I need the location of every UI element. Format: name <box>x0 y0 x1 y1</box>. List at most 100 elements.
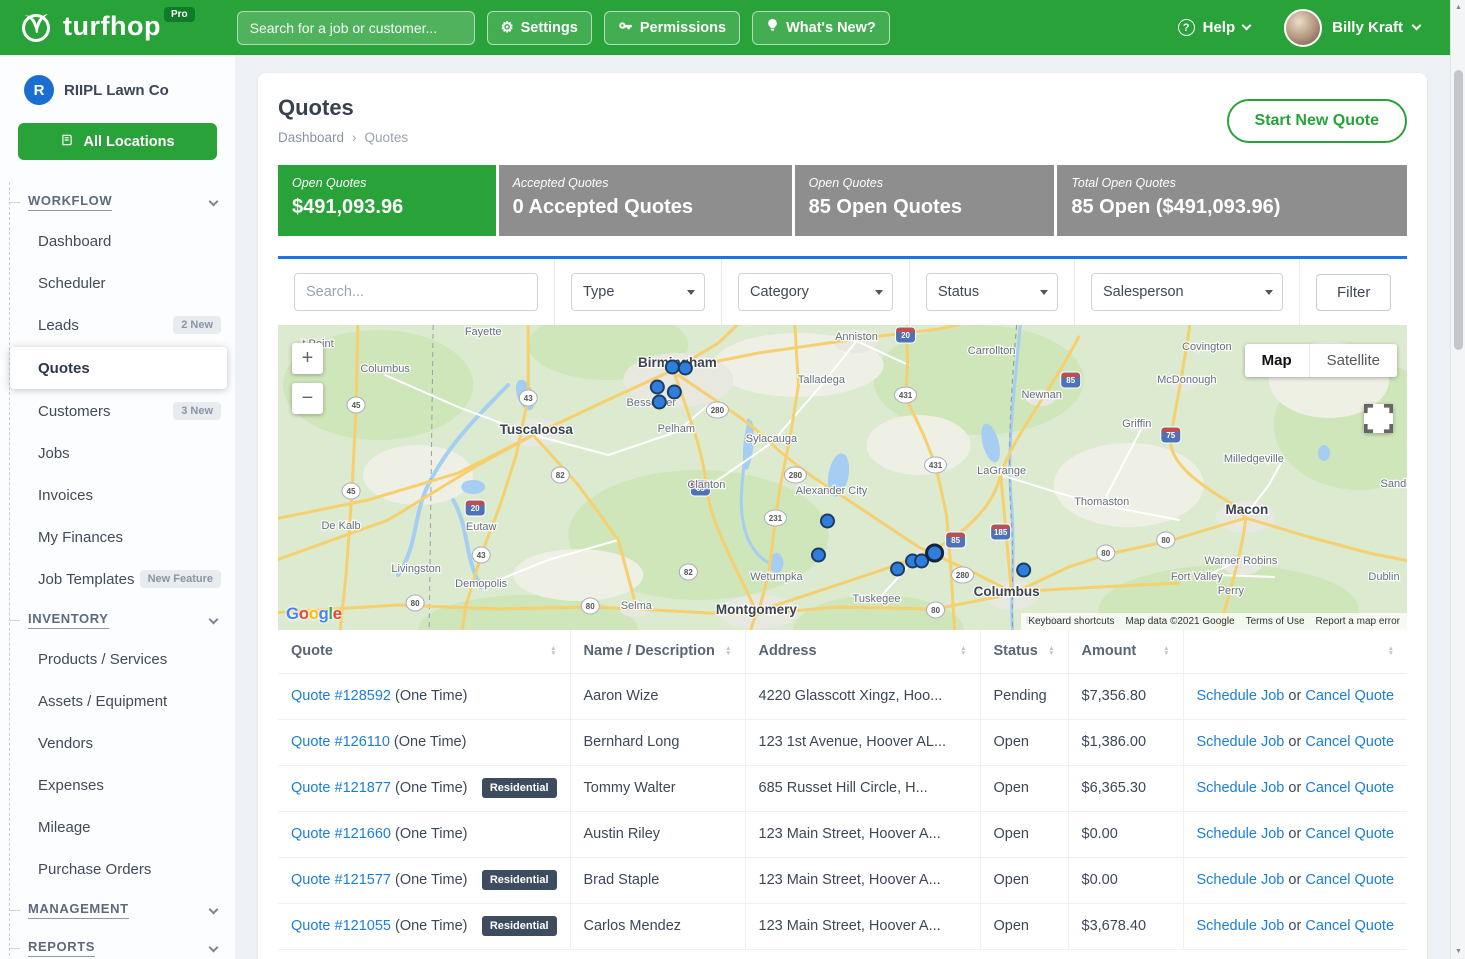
type-select[interactable]: Type <box>571 273 705 311</box>
col-actions[interactable]: ▲▼ <box>1183 630 1407 673</box>
sidebar-item-scheduler[interactable]: Scheduler <box>10 262 235 304</box>
section-inventory[interactable]: Inventory <box>10 600 235 638</box>
quote-map-marker[interactable] <box>679 362 692 375</box>
quote-link[interactable]: Quote #128592 <box>291 688 391 704</box>
route-shield: 82 <box>556 471 565 480</box>
schedule-job-link[interactable]: Schedule Job <box>1197 688 1285 704</box>
sidebar-item-assets-equipment[interactable]: Assets / Equipment <box>10 680 235 722</box>
help-menu[interactable]: ? Help <box>1178 19 1251 36</box>
sidebar-item-vendors[interactable]: Vendors <box>10 722 235 764</box>
breadcrumb-dashboard[interactable]: Dashboard <box>278 130 344 145</box>
map-view-button[interactable]: Map <box>1245 344 1309 377</box>
col-address[interactable]: Address▲▼ <box>745 630 980 673</box>
quote-map-marker[interactable] <box>653 396 666 409</box>
start-new-quote-button[interactable]: Start New Quote <box>1227 99 1407 143</box>
schedule-job-link[interactable]: Schedule Job <box>1197 918 1285 934</box>
brand[interactable]: turfhop Pro <box>16 4 195 51</box>
quote-map-marker[interactable] <box>651 381 664 394</box>
quotes-search-input[interactable] <box>294 273 538 311</box>
fullscreen-button[interactable] <box>1364 404 1393 433</box>
page-scrollbar[interactable]: ▲ ▼ <box>1450 0 1465 959</box>
schedule-job-link[interactable]: Schedule Job <box>1197 734 1285 750</box>
quotes-map[interactable]: 4543822045438080280280231826520431431851… <box>278 325 1407 630</box>
cancel-quote-link[interactable]: Cancel Quote <box>1305 918 1394 934</box>
customer-name: Brad Staple <box>570 857 745 903</box>
schedule-job-link[interactable]: Schedule Job <box>1197 872 1285 888</box>
user-menu[interactable]: Billy Kraft <box>1284 9 1420 47</box>
company-switcher[interactable]: R RIIPL Lawn Co <box>0 55 235 111</box>
sidebar-item-purchase-orders[interactable]: Purchase Orders <box>10 848 235 890</box>
zoom-out-button[interactable]: − <box>292 383 323 414</box>
city-label: Clanton <box>687 479 725 491</box>
status-select[interactable]: Status <box>926 273 1058 311</box>
quote-map-marker[interactable] <box>891 563 904 576</box>
city-label: Carrollton <box>968 345 1016 357</box>
cancel-quote-link[interactable]: Cancel Quote <box>1305 780 1394 796</box>
settings-button[interactable]: ⚙ Settings <box>487 11 592 45</box>
sidebar-item-invoices[interactable]: Invoices <box>10 474 235 516</box>
section-management[interactable]: Management <box>10 890 235 928</box>
category-select[interactable]: Category <box>738 273 893 311</box>
city-label: McDonough <box>1157 374 1216 386</box>
col-name[interactable]: Name / Description▲▼ <box>570 630 745 673</box>
report-map-error-link[interactable]: Report a map error <box>1316 616 1400 627</box>
schedule-job-link[interactable]: Schedule Job <box>1197 780 1285 796</box>
customers-new-badge: 3 New <box>173 402 221 420</box>
scroll-down-icon[interactable]: ▼ <box>1451 944 1465 959</box>
whats-new-button[interactable]: What's New? <box>752 11 890 45</box>
col-amount[interactable]: Amount▲▼ <box>1068 630 1183 673</box>
cancel-quote-link[interactable]: Cancel Quote <box>1305 872 1394 888</box>
filter-button[interactable]: Filter <box>1316 274 1391 311</box>
schedule-job-link[interactable]: Schedule Job <box>1197 826 1285 842</box>
sidebar-item-dashboard[interactable]: Dashboard <box>10 220 235 262</box>
sort-icon: ▲▼ <box>725 646 731 657</box>
map-canvas: 4543822045438080280280231826520431431851… <box>278 325 1407 630</box>
route-shield: 431 <box>929 461 943 470</box>
cancel-quote-link[interactable]: Cancel Quote <box>1305 734 1394 750</box>
keyboard-shortcuts-link[interactable]: Keyboard shortcuts <box>1028 616 1114 627</box>
col-quote[interactable]: Quote▲▼ <box>278 630 570 673</box>
brand-name: turfhop <box>63 4 161 48</box>
quote-link[interactable]: Quote #121577 <box>291 872 391 888</box>
all-locations-button[interactable]: All Locations <box>18 123 217 160</box>
scrollbar-thumb[interactable] <box>1454 70 1463 350</box>
zoom-in-button[interactable]: + <box>292 343 323 374</box>
city-label: Perry <box>1218 585 1245 597</box>
sidebar-item-quotes[interactable]: Quotes <box>10 347 227 389</box>
quote-map-marker[interactable] <box>1017 564 1030 577</box>
cancel-quote-link[interactable]: Cancel Quote <box>1305 826 1394 842</box>
scroll-up-icon[interactable]: ▲ <box>1451 0 1465 15</box>
quote-link[interactable]: Quote #126110 <box>291 734 390 750</box>
city-label: Tuscaloosa <box>500 422 574 437</box>
quote-map-marker[interactable] <box>668 386 681 399</box>
terms-of-use-link[interactable]: Terms of Use <box>1246 616 1305 627</box>
stat-open-quote-count: Open Quotes 85 Open Quotes <box>795 165 1055 236</box>
google-logo[interactable]: Google <box>286 604 342 624</box>
quote-link[interactable]: Quote #121055 <box>291 918 391 934</box>
sidebar-item-customers[interactable]: Customers3 New <box>10 390 235 432</box>
quote-link[interactable]: Quote #121877 <box>291 780 391 796</box>
global-search-input[interactable] <box>237 11 475 45</box>
quote-map-marker[interactable] <box>812 549 825 562</box>
sidebar-item-leads[interactable]: Leads2 New <box>10 304 235 346</box>
sidebar-item-mileage[interactable]: Mileage <box>10 806 235 848</box>
satellite-view-button[interactable]: Satellite <box>1309 344 1397 377</box>
sidebar-item-jobs[interactable]: Jobs <box>10 432 235 474</box>
sidebar-item-my-finances[interactable]: My Finances <box>10 516 235 558</box>
quote-map-marker[interactable] <box>821 515 834 528</box>
salesperson-select[interactable]: Salesperson <box>1091 273 1283 311</box>
col-status[interactable]: Status▲▼ <box>980 630 1068 673</box>
sidebar-item-job-templates[interactable]: Job TemplatesNew Feature <box>10 558 235 600</box>
sidebar-item-products-services[interactable]: Products / Services <box>10 638 235 680</box>
quote-map-marker[interactable] <box>927 545 943 561</box>
customer-name: Bernhard Long <box>570 719 745 765</box>
permissions-button[interactable]: Permissions <box>604 11 740 45</box>
quote-link[interactable]: Quote #121660 <box>291 826 391 842</box>
quote-map-marker[interactable] <box>666 361 679 374</box>
section-workflow[interactable]: Workflow <box>10 182 235 220</box>
cancel-quote-link[interactable]: Cancel Quote <box>1305 688 1394 704</box>
stat-accepted-quotes: Accepted Quotes 0 Accepted Quotes <box>499 165 792 236</box>
sidebar-item-expenses[interactable]: Expenses <box>10 764 235 806</box>
section-reports[interactable]: Reports <box>10 928 235 959</box>
chevron-down-icon <box>209 196 219 206</box>
